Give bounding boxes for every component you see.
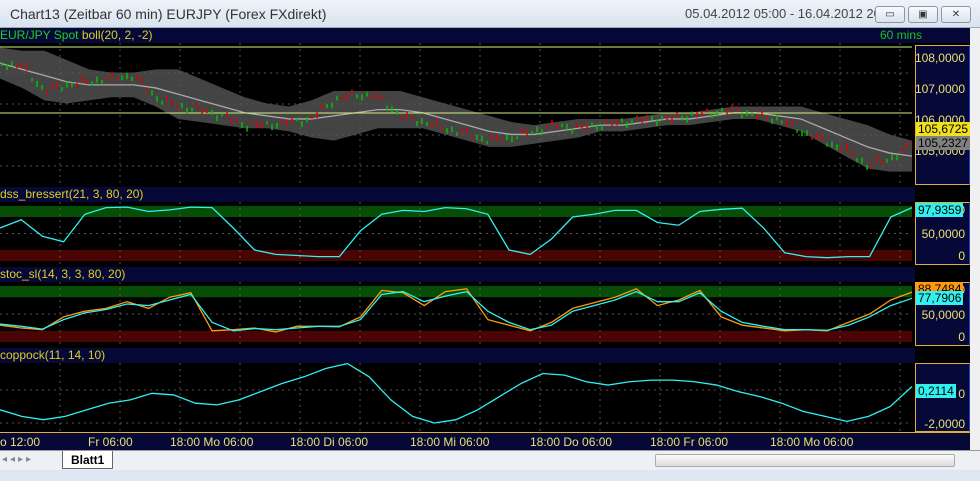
bollinger-band [0, 47, 912, 172]
coppock-value-tag: 0,2114 [916, 384, 956, 398]
time-label: 18:00 Mo 06:00 [170, 435, 254, 449]
title-bar: Chart13 (Zeitbar 60 min) EURJPY (Forex F… [0, 0, 980, 28]
coppock-panel-header: coppock(11, 14, 10) [0, 348, 915, 363]
minimize-button[interactable]: ▭ [875, 6, 905, 23]
tick-label: 0 [958, 387, 965, 401]
tick-label: 50,0000 [921, 227, 965, 241]
close-button[interactable]: ✕ [941, 6, 971, 23]
stoch-axis[interactable]: 0 50,0000 0 88,7484 77,7906 [915, 282, 970, 346]
symbol-label: EUR/JPY Spot [0, 28, 79, 42]
time-label: 18:00 Do 06:00 [530, 435, 613, 449]
time-label: o 12:00 [0, 435, 41, 449]
coppock-line [0, 363, 913, 424]
tick-label: 108,0000 [914, 51, 965, 65]
time-label: 18:00 Mi 06:00 [410, 435, 490, 449]
stoch-chart[interactable] [0, 282, 915, 346]
time-label: 18:00 Di 06:00 [290, 435, 369, 449]
tick-label: 107,0000 [914, 82, 965, 96]
restore-button[interactable]: ▣ [908, 6, 938, 23]
price-axis[interactable]: 108,0000 107,0000 106,0000 105,0000 105,… [914, 45, 971, 185]
window-title: Chart13 (Zeitbar 60 min) EURJPY (Forex F… [10, 6, 327, 22]
tick-label: -2,0000 [924, 417, 965, 431]
coppock-chart[interactable] [0, 363, 915, 432]
time-label: 18:00 Mo 06:00 [770, 435, 854, 449]
last-price-tag: 105,6725 [916, 122, 971, 136]
basis-price-tag: 105,2327 [916, 136, 971, 150]
timeframe-label: 60 mins [880, 28, 923, 42]
sheet-nav-arrows[interactable]: ◂◂▸▸ [2, 454, 34, 465]
vertical-scrollbar[interactable] [970, 28, 980, 450]
price-panel-header: EUR/JPY Spot boll(20, 2, -2) 60 mins [0, 28, 970, 43]
price-chart[interactable] [0, 43, 915, 185]
oversold-zone [0, 330, 912, 342]
chart-area[interactable]: EUR/JPY Spot boll(20, 2, -2) 60 mins 108… [0, 28, 971, 450]
dss-value-tag: 97,9359 [916, 203, 964, 217]
coppock-axis[interactable]: 0 -2,0000 0,2114 [915, 363, 970, 432]
date-range: 05.04.2012 05:00 - 16.04.2012 20:00 [685, 6, 899, 21]
stoch-panel-header: stoc_sl(14, 3, 3, 80, 20) [0, 267, 915, 282]
sheet-tab-bar: ◂◂▸▸ Blatt1 [0, 450, 980, 470]
stoch-d-tag: 77,7906 [916, 291, 964, 305]
time-axis: o 12:00 Fr 06:00 18:00 Mo 06:00 18:00 Di… [0, 432, 970, 450]
tick-label: 0 [958, 330, 965, 344]
dss-axis[interactable]: 0 50,0000 0 97,9359 [915, 202, 970, 265]
tick-label: 0 [958, 249, 965, 263]
oversold-zone [0, 250, 912, 261]
time-label: Fr 06:00 [88, 435, 133, 449]
indicator-label: boll(20, 2, -2) [81, 28, 153, 42]
dss-chart[interactable] [0, 202, 915, 265]
stoch-k-tag: 88,7484 [916, 282, 964, 291]
dss-panel-header: dss_bressert(21, 3, 80, 20) [0, 187, 915, 202]
tab-blatt1[interactable]: Blatt1 [62, 451, 114, 469]
overbought-zone [0, 286, 912, 298]
indicator-line [0, 290, 913, 332]
horizontal-scrollbar-thumb[interactable] [655, 454, 955, 467]
time-label: 18:00 Fr 06:00 [650, 435, 729, 449]
tick-label: 50,0000 [921, 308, 965, 322]
